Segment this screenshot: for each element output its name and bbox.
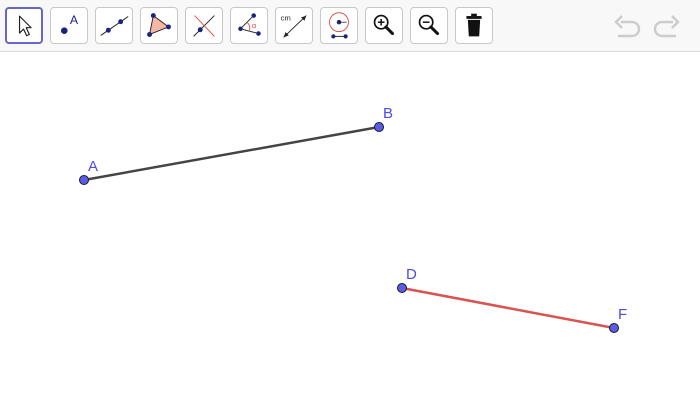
polygon-icon bbox=[147, 13, 171, 37]
angle-icon: α bbox=[238, 13, 261, 36]
point-b[interactable] bbox=[374, 122, 384, 132]
circle-tool-button[interactable] bbox=[320, 7, 358, 44]
graphics-canvas[interactable]: A B D F bbox=[0, 52, 700, 403]
toolbar: A α cm bbox=[0, 0, 700, 52]
point-f-label: F bbox=[618, 306, 627, 323]
undo-button[interactable] bbox=[612, 12, 644, 40]
point-icon: A bbox=[60, 13, 79, 35]
cursor-arrow-icon bbox=[18, 15, 32, 37]
zoom-in-icon bbox=[373, 14, 395, 36]
graphics-view[interactable]: A B D F bbox=[0, 52, 700, 403]
line-through-two-points-icon bbox=[100, 16, 129, 36]
point-b-label: B bbox=[383, 105, 393, 122]
trash-icon bbox=[466, 13, 482, 37]
redo-button[interactable] bbox=[650, 12, 682, 40]
distance-tool-button[interactable]: cm bbox=[275, 7, 313, 44]
angle-tool-label: α bbox=[252, 21, 257, 30]
segment-ab[interactable] bbox=[83, 125, 380, 182]
point-a[interactable] bbox=[79, 175, 89, 185]
distance-tool-label: cm bbox=[281, 13, 291, 22]
zoom-in-tool-button[interactable] bbox=[365, 7, 403, 44]
point-tool-label: A bbox=[70, 13, 79, 27]
redo-icon bbox=[653, 15, 680, 38]
point-d[interactable] bbox=[397, 283, 407, 293]
distance-icon: cm bbox=[281, 13, 307, 38]
perpendicular-tool-button[interactable] bbox=[185, 7, 223, 44]
point-a-label: A bbox=[88, 158, 98, 175]
point-tool-button[interactable]: A bbox=[50, 7, 88, 44]
polygon-tool-button[interactable] bbox=[140, 7, 178, 44]
angle-tool-button[interactable]: α bbox=[230, 7, 268, 44]
segment-df[interactable] bbox=[401, 286, 615, 330]
zoom-out-icon bbox=[418, 14, 440, 36]
zoom-out-tool-button[interactable] bbox=[410, 7, 448, 44]
circle-center-point-icon bbox=[329, 12, 349, 39]
perpendicular-line-icon bbox=[193, 15, 215, 37]
undo-icon bbox=[614, 15, 641, 38]
line-tool-button[interactable] bbox=[95, 7, 133, 44]
point-f[interactable] bbox=[609, 323, 619, 333]
delete-tool-button[interactable] bbox=[455, 7, 493, 44]
move-tool-button[interactable] bbox=[5, 7, 43, 44]
point-d-label: D bbox=[406, 266, 417, 283]
